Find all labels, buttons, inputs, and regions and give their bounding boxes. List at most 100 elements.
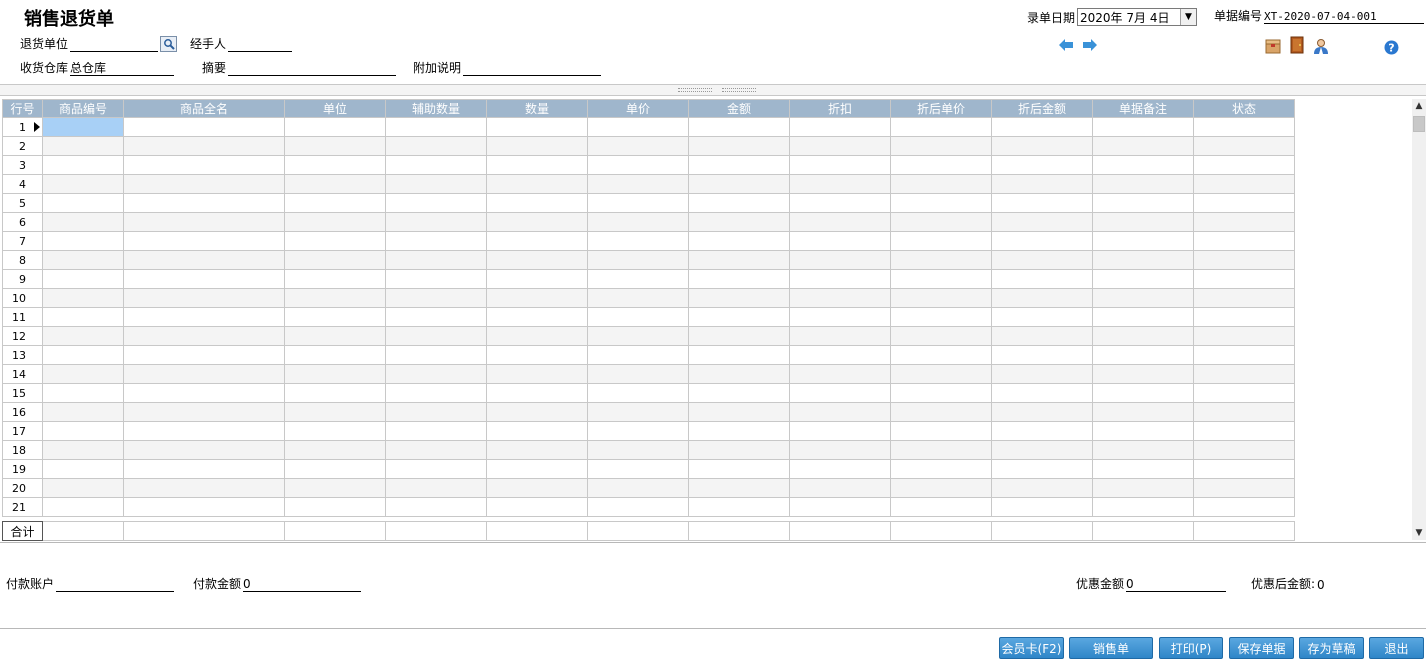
table-cell[interactable] — [486, 402, 588, 422]
table-cell[interactable] — [587, 326, 689, 346]
table-cell[interactable] — [1092, 250, 1194, 270]
table-cell[interactable] — [486, 345, 588, 365]
table-cell[interactable] — [42, 459, 124, 479]
table-cell[interactable] — [42, 326, 124, 346]
table-cell[interactable] — [688, 459, 790, 479]
table-cell[interactable] — [486, 136, 588, 156]
table-cell[interactable] — [486, 307, 588, 327]
table-cell[interactable] — [688, 421, 790, 441]
table-cell[interactable] — [385, 421, 487, 441]
vertical-scrollbar[interactable]: ▲ ▼ — [1412, 99, 1426, 540]
table-cell[interactable] — [123, 497, 285, 517]
table-cell[interactable] — [789, 364, 891, 384]
table-cell[interactable] — [688, 364, 790, 384]
table-cell[interactable] — [42, 345, 124, 365]
table-cell[interactable] — [486, 174, 588, 194]
table-cell[interactable] — [688, 250, 790, 270]
table-cell[interactable] — [385, 345, 487, 365]
sales-order-button[interactable]: 销售单 — [1069, 637, 1153, 659]
table-cell[interactable] — [789, 155, 891, 175]
table-cell[interactable] — [890, 421, 992, 441]
table-cell[interactable] — [42, 383, 124, 403]
user-icon[interactable] — [1313, 38, 1329, 54]
panel-splitter[interactable] — [0, 84, 1426, 96]
table-cell[interactable] — [1092, 421, 1194, 441]
table-cell[interactable] — [587, 250, 689, 270]
table-cell[interactable] — [385, 174, 487, 194]
table-cell[interactable] — [284, 421, 386, 441]
table-cell[interactable] — [789, 497, 891, 517]
table-cell[interactable] — [123, 136, 285, 156]
table-cell[interactable] — [385, 212, 487, 232]
table-cell[interactable] — [1193, 269, 1295, 289]
table-cell[interactable] — [688, 155, 790, 175]
table-cell[interactable] — [991, 288, 1093, 308]
column-header[interactable]: 单据备注 — [1092, 99, 1194, 118]
table-cell[interactable] — [890, 231, 992, 251]
table-cell[interactable] — [486, 231, 588, 251]
table-cell[interactable] — [42, 402, 124, 422]
table-cell[interactable] — [123, 383, 285, 403]
table-cell[interactable] — [991, 345, 1093, 365]
table-cell[interactable] — [789, 193, 891, 213]
table-cell[interactable] — [486, 269, 588, 289]
table-cell[interactable] — [1193, 307, 1295, 327]
table-cell[interactable] — [385, 307, 487, 327]
table-cell[interactable] — [385, 117, 487, 137]
table-cell[interactable] — [587, 212, 689, 232]
table-cell[interactable] — [486, 288, 588, 308]
table-cell[interactable] — [587, 383, 689, 403]
note-input[interactable] — [463, 62, 602, 76]
column-header[interactable]: 折后单价 — [890, 99, 992, 118]
warehouse-input[interactable]: 总仓库 — [70, 62, 175, 76]
table-cell[interactable] — [486, 421, 588, 441]
table-cell[interactable] — [890, 326, 992, 346]
table-cell[interactable] — [1092, 478, 1194, 498]
table-cell[interactable] — [385, 326, 487, 346]
table-cell[interactable] — [890, 402, 992, 422]
table-cell[interactable] — [123, 440, 285, 460]
table-cell[interactable] — [688, 345, 790, 365]
table-cell[interactable] — [789, 231, 891, 251]
table-cell[interactable] — [385, 459, 487, 479]
table-cell[interactable] — [284, 288, 386, 308]
table-cell[interactable] — [991, 174, 1093, 194]
table-cell[interactable] — [42, 117, 124, 137]
table-cell[interactable] — [486, 459, 588, 479]
table-cell[interactable] — [123, 174, 285, 194]
table-cell[interactable] — [123, 421, 285, 441]
table-cell[interactable] — [42, 250, 124, 270]
table-cell[interactable] — [42, 269, 124, 289]
table-cell[interactable] — [385, 364, 487, 384]
table-cell[interactable] — [789, 136, 891, 156]
table-cell[interactable] — [1092, 345, 1194, 365]
table-cell[interactable] — [42, 288, 124, 308]
exit-button[interactable]: 退出 — [1369, 637, 1424, 659]
table-cell[interactable] — [123, 402, 285, 422]
table-cell[interactable] — [890, 136, 992, 156]
table-cell[interactable] — [1193, 288, 1295, 308]
table-cell[interactable] — [587, 231, 689, 251]
table-cell[interactable] — [123, 459, 285, 479]
table-cell[interactable] — [890, 117, 992, 137]
table-cell[interactable] — [1193, 345, 1295, 365]
table-cell[interactable] — [890, 193, 992, 213]
table-cell[interactable] — [991, 307, 1093, 327]
table-cell[interactable] — [890, 440, 992, 460]
table-cell[interactable] — [284, 383, 386, 403]
table-cell[interactable] — [890, 459, 992, 479]
table-cell[interactable] — [789, 440, 891, 460]
scroll-thumb[interactable] — [1413, 116, 1425, 132]
table-cell[interactable] — [284, 174, 386, 194]
table-cell[interactable] — [890, 155, 992, 175]
table-cell[interactable] — [385, 288, 487, 308]
table-cell[interactable] — [284, 212, 386, 232]
table-cell[interactable] — [1193, 117, 1295, 137]
search-button[interactable] — [160, 36, 178, 52]
member-card-button[interactable]: 会员卡(F2) — [999, 637, 1064, 659]
table-cell[interactable] — [789, 212, 891, 232]
table-cell[interactable] — [1092, 402, 1194, 422]
table-cell[interactable] — [284, 326, 386, 346]
table-cell[interactable] — [123, 364, 285, 384]
table-cell[interactable] — [385, 250, 487, 270]
